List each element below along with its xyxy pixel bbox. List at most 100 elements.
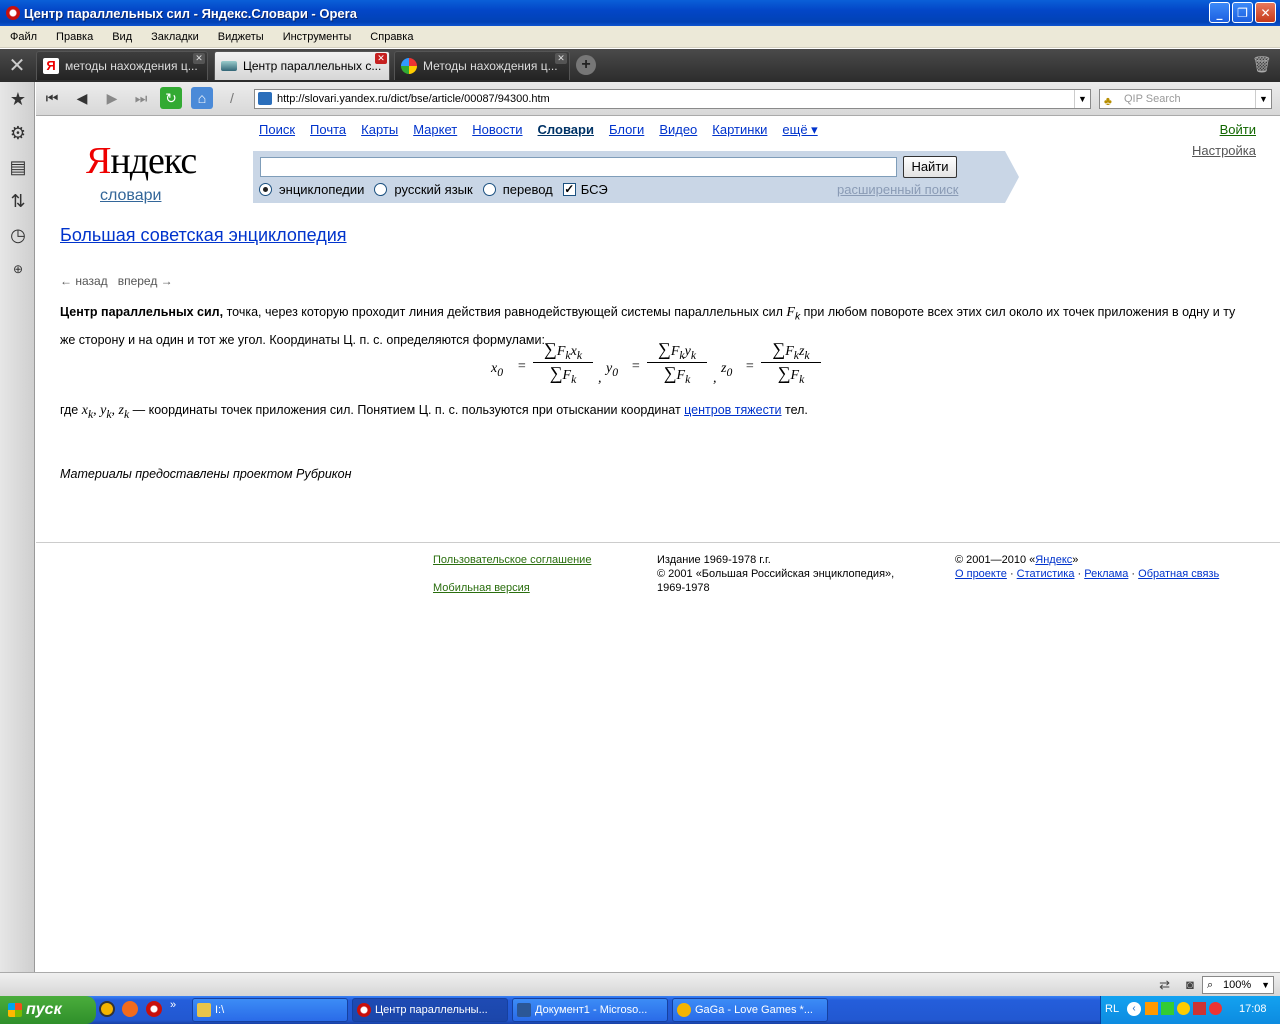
antivirus-icon[interactable]	[1193, 1002, 1206, 1015]
minimize-button[interactable]: _	[1209, 2, 1230, 23]
rewind-icon[interactable]: ⏮	[41, 87, 63, 109]
quicklaunch-expand-icon[interactable]: »	[170, 999, 176, 1011]
tab-close-icon[interactable]: ✕	[375, 53, 387, 64]
bookmarks-star-icon[interactable]: ★	[5, 86, 31, 112]
menu-help[interactable]: Справка	[360, 31, 422, 43]
checkbox-bse[interactable]: ✓	[562, 183, 576, 196]
service-search[interactable]: Поиск	[259, 122, 295, 138]
settings-gear-icon[interactable]: ⚙	[5, 120, 31, 146]
search-field[interactable]: ♣ QIP Search ▼	[1099, 89, 1272, 109]
tray-collapse-icon[interactable]: ‹	[1127, 1002, 1141, 1016]
qip-search-icon: ♣	[1104, 94, 1112, 108]
taskbar-label: Документ1 - Microso...	[535, 1004, 648, 1016]
address-url: http://slovari.yandex.ru/dict/bse/articl…	[277, 93, 550, 105]
opera-tray-icon[interactable]	[1209, 1002, 1222, 1015]
find-button[interactable]: Найти	[903, 156, 957, 178]
tab-3[interactable]: Методы нахождения ц... ✕	[394, 51, 570, 80]
tab-close-icon[interactable]: ✕	[193, 53, 205, 64]
taskbar-explorer[interactable]: I:\	[192, 998, 348, 1022]
menu-view[interactable]: Вид	[102, 31, 141, 43]
footer-divider	[36, 542, 1280, 543]
service-maps[interactable]: Карты	[361, 122, 398, 138]
network-icon[interactable]: ⇄	[1159, 977, 1170, 993]
service-video[interactable]: Видео	[659, 122, 697, 138]
wand-icon[interactable]: /	[221, 87, 243, 109]
forward-arrow-icon[interactable]: ▶	[101, 87, 123, 109]
notes-icon[interactable]: ▤	[5, 154, 31, 180]
service-more[interactable]: ещё ▾	[782, 122, 817, 138]
where-end: тел.	[781, 403, 808, 417]
menu-tools[interactable]: Инструменты	[273, 31, 361, 43]
user-agreement-link[interactable]: Пользовательское соглашение	[433, 554, 591, 566]
transfers-icon[interactable]: ⇅	[5, 188, 31, 214]
settings-link[interactable]: Настройка	[1192, 143, 1256, 158]
nav-forward[interactable]: вперед →	[118, 274, 173, 288]
back-arrow-icon[interactable]: ◀	[71, 87, 93, 109]
camera-icon[interactable]: ◙	[1186, 977, 1194, 992]
media-icon[interactable]	[1145, 1002, 1158, 1015]
zoom-select[interactable]: ⌕ 100% ▼	[1202, 976, 1274, 994]
reload-icon[interactable]: ↻	[160, 87, 182, 109]
service-market[interactable]: Маркет	[413, 122, 457, 138]
menu-widgets[interactable]: Виджеты	[208, 31, 273, 43]
ads-link[interactable]: Реклама	[1084, 568, 1128, 580]
service-blogs[interactable]: Блоги	[609, 122, 644, 138]
slovari-link[interactable]: словари	[100, 187, 161, 205]
radio-russian[interactable]	[374, 183, 388, 196]
feedback-link[interactable]: Обратная связь	[1138, 568, 1219, 580]
panel-toggle-icon[interactable]: ✕	[0, 49, 34, 82]
about-link[interactable]: О проекте	[955, 568, 1007, 580]
services-nav: Поиск Почта Карты Маркет Новости Словари…	[259, 122, 833, 138]
nav-back[interactable]: ← назад	[60, 274, 108, 288]
home-icon[interactable]: ⌂	[191, 87, 213, 109]
service-slovari[interactable]: Словари	[538, 122, 594, 138]
radio-encyclopedias[interactable]	[259, 183, 272, 196]
login-link[interactable]: Войти	[1220, 122, 1256, 137]
status-bar: ⇄ ◙ ⌕ 100% ▼	[0, 972, 1280, 996]
aim-icon[interactable]	[99, 1001, 115, 1017]
tab-close-icon[interactable]: ✕	[555, 53, 567, 64]
yandex-footer-link[interactable]: Яндекс	[1035, 554, 1072, 566]
tab-2[interactable]: Центр параллельных с... ✕	[214, 51, 390, 80]
icq-icon[interactable]	[1177, 1002, 1190, 1015]
fast-forward-icon[interactable]: ⏭	[130, 87, 152, 109]
close-button[interactable]: ✕	[1255, 2, 1276, 23]
taskbar-label: GaGa - Love Games *...	[695, 1004, 813, 1016]
taskbar-word[interactable]: Документ1 - Microso...	[512, 998, 668, 1022]
where-text: где xk, yk, zk — координаты точек прилож…	[60, 403, 808, 421]
start-button[interactable]: пуск	[0, 996, 96, 1024]
menu-file[interactable]: Файл	[0, 31, 46, 43]
radio-translate[interactable]	[482, 183, 496, 196]
centers-of-gravity-link[interactable]: центров тяжести	[684, 403, 781, 417]
tab-1[interactable]: Я методы нахождения ц... ✕	[36, 51, 208, 80]
address-dropdown-icon[interactable]: ▼	[1074, 90, 1090, 108]
trash-icon[interactable]: 🗑	[1252, 55, 1272, 75]
language-indicator[interactable]: RL	[1105, 1003, 1119, 1015]
var-f: F	[786, 305, 795, 320]
search-dropdown-icon[interactable]: ▼	[1255, 90, 1271, 108]
stats-link[interactable]: Статистика	[1017, 568, 1075, 580]
advanced-search-link[interactable]: расширенный поиск	[837, 182, 958, 197]
history-clock-icon[interactable]: ◷	[5, 222, 31, 248]
new-tab-button[interactable]: +	[576, 55, 596, 75]
opera-quicklaunch-icon[interactable]	[146, 1001, 162, 1017]
firefox-icon[interactable]	[122, 1001, 138, 1017]
taskbar-opera[interactable]: Центр параллельны...	[352, 998, 508, 1022]
yandex-logo[interactable]: Яндекс	[86, 139, 197, 183]
taskbar-gaga[interactable]: GaGa - Love Games *...	[672, 998, 828, 1022]
source-link[interactable]: Большая советская энциклопедия	[60, 225, 347, 246]
restore-button[interactable]: ❐	[1232, 2, 1253, 23]
service-images[interactable]: Картинки	[712, 122, 767, 138]
add-panel-icon[interactable]: ⊕	[5, 256, 31, 282]
mobile-version-link[interactable]: Мобильная версия	[433, 582, 530, 594]
address-field[interactable]: http://slovari.yandex.ru/dict/bse/articl…	[254, 89, 1091, 109]
tray-app-icon[interactable]	[1161, 1002, 1174, 1015]
menu-bar: Файл Правка Вид Закладки Виджеты Инструм…	[0, 26, 1280, 48]
window-title: Центр параллельных сил - Яндекс.Словари …	[24, 5, 357, 21]
menu-bookmarks[interactable]: Закладки	[141, 31, 208, 43]
menu-edit[interactable]: Правка	[46, 31, 102, 43]
query-input[interactable]	[260, 157, 897, 177]
edition-info: Издание 1969-1978 г.г. © 2001 «Большая Р…	[657, 553, 894, 595]
service-news[interactable]: Новости	[472, 122, 522, 138]
service-mail[interactable]: Почта	[310, 122, 346, 138]
